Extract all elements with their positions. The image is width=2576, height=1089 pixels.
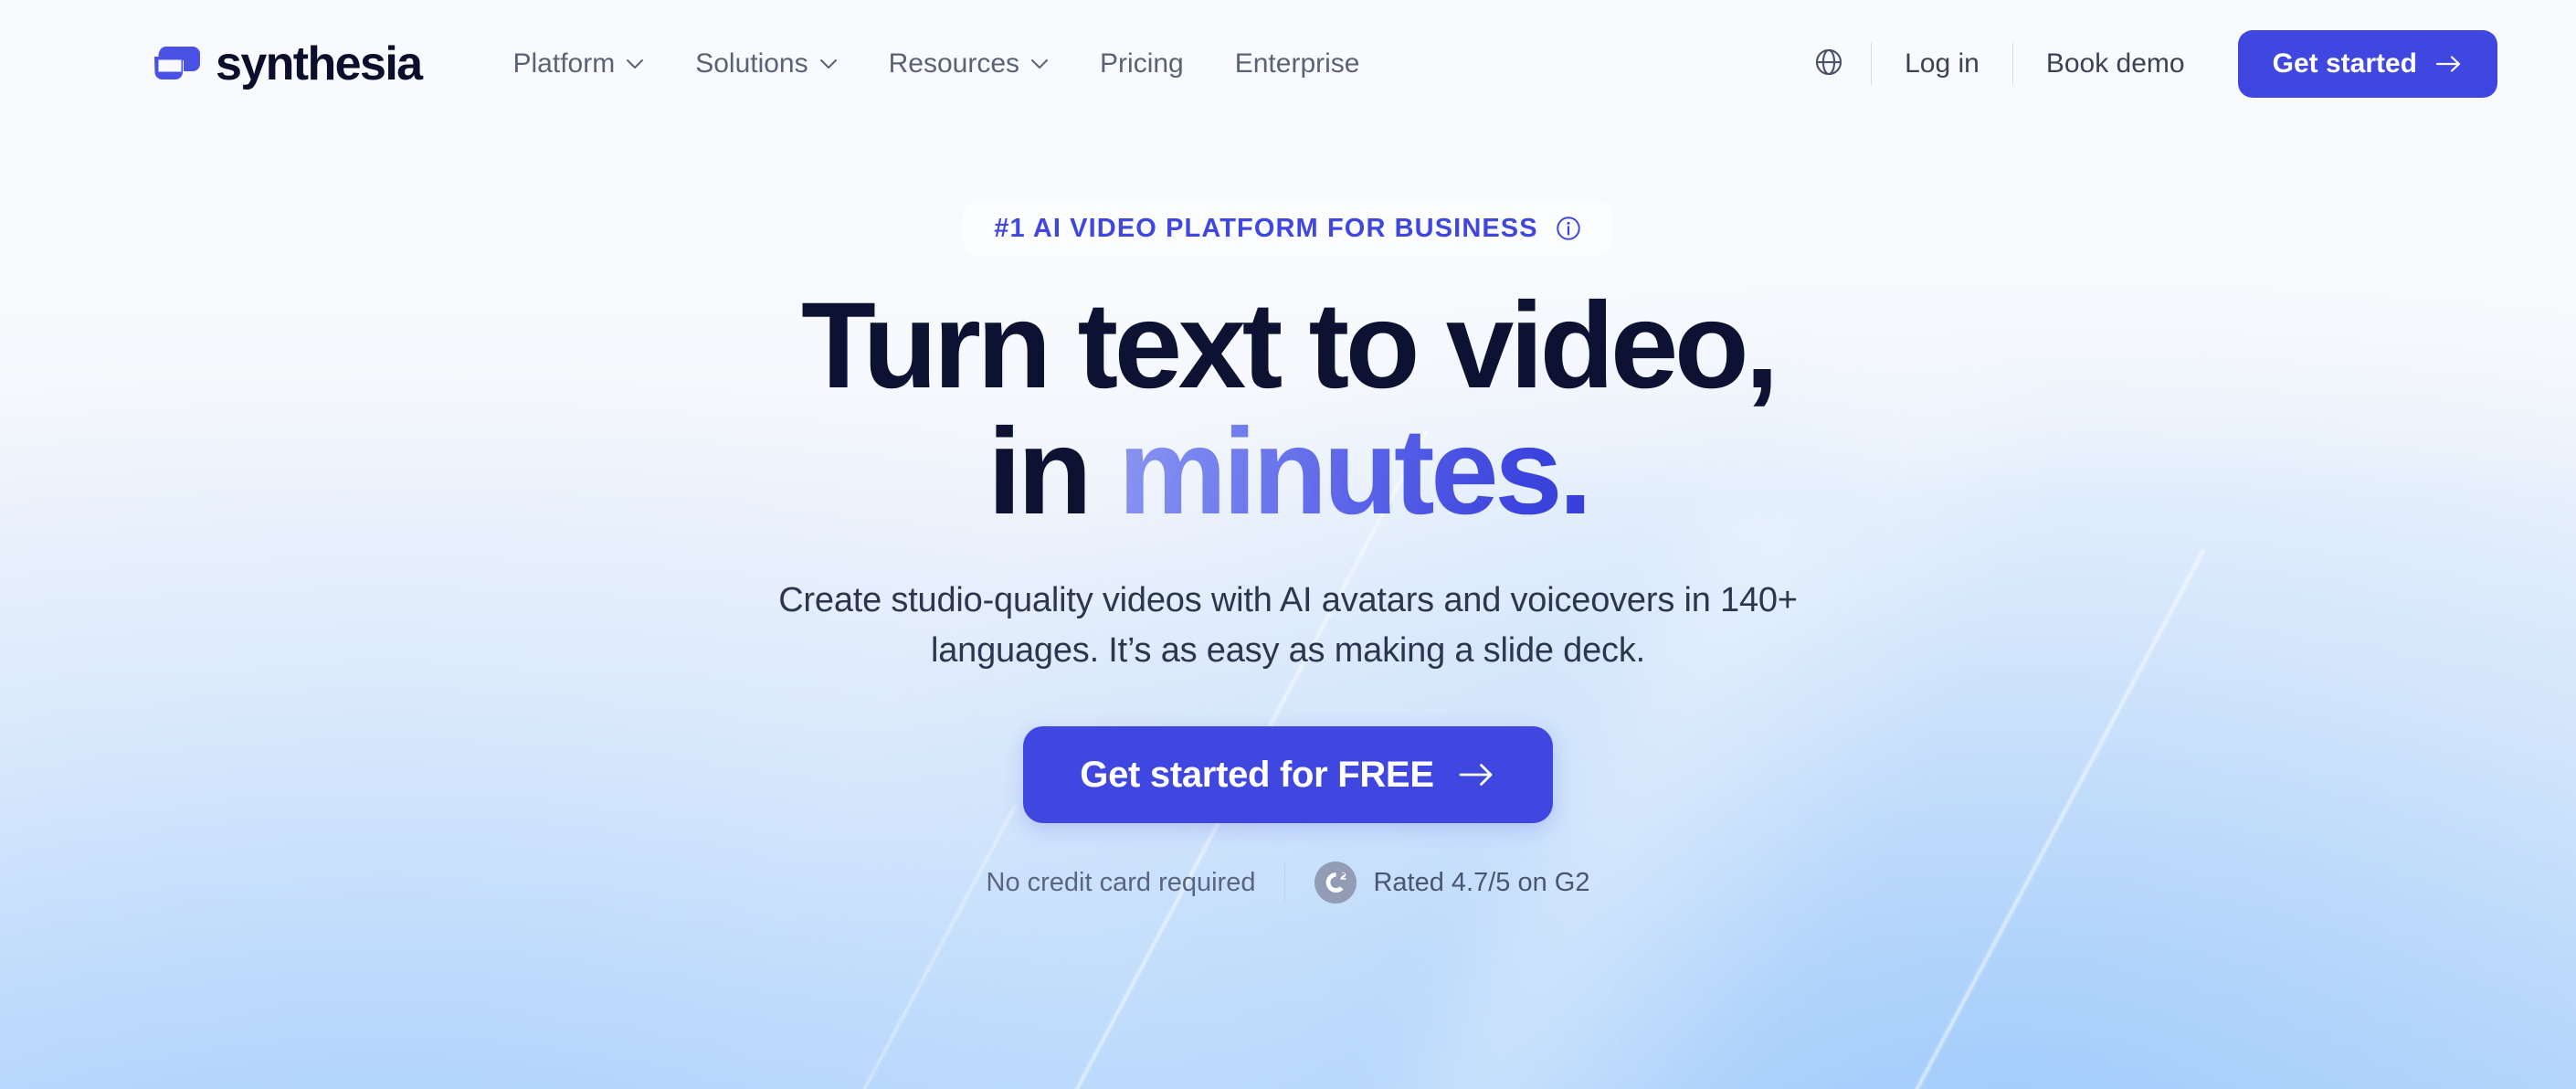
headline-line-2-accent: minutes. <box>1117 404 1592 541</box>
primary-navigation: Platform Solutions Resources Pricing Ent… <box>488 41 1386 87</box>
get-started-free-button[interactable]: Get started for FREE <box>1023 726 1553 824</box>
language-switcher-button[interactable] <box>1803 38 1854 90</box>
login-link[interactable]: Log in <box>1872 41 2012 87</box>
nav-item-label: Pricing <box>1100 48 1184 79</box>
brand-logo-link[interactable]: synthesia <box>153 37 423 90</box>
get-started-button-label: Get started <box>2272 48 2417 79</box>
get-started-button[interactable]: Get started <box>2237 30 2497 98</box>
hero-eyebrow-label: #1 AI VIDEO PLATFORM FOR BUSINESS <box>994 213 1538 243</box>
header-actions: Log in Book demo Get started <box>1803 30 2497 98</box>
nav-item-label: Solutions <box>695 48 808 79</box>
synthesia-logo-mark-icon <box>153 44 201 84</box>
hero-section: #1 AI VIDEO PLATFORM FOR BUSINESS Turn t… <box>0 128 2576 904</box>
book-demo-link[interactable]: Book demo <box>2013 41 2218 87</box>
nav-item-resources[interactable]: Resources <box>863 41 1074 87</box>
nav-item-label: Platform <box>512 48 616 79</box>
nav-item-label: Resources <box>888 48 1020 79</box>
headline-line-1: Turn text to video, <box>801 278 1779 414</box>
chevron-down-icon <box>1030 58 1049 69</box>
nav-item-label: Enterprise <box>1234 48 1360 79</box>
hero-eyebrow-badge: #1 AI VIDEO PLATFORM FOR BUSINESS <box>963 201 1613 256</box>
brand-name: synthesia <box>216 37 423 90</box>
no-credit-card-note: No credit card required <box>986 867 1256 897</box>
page-title: Turn text to video, in minutes. <box>0 282 2576 535</box>
g2-rating-label: Rated 4.7/5 on G2 <box>1373 867 1590 897</box>
arrow-right-icon <box>1458 761 1496 788</box>
chevron-down-icon <box>626 58 644 69</box>
hero-trust-bar: No credit card required Rated 4.7/5 on G… <box>0 862 2576 904</box>
g2-logo-icon <box>1314 862 1357 904</box>
arrow-right-icon <box>2435 54 2463 74</box>
nav-item-solutions[interactable]: Solutions <box>670 41 862 87</box>
globe-icon <box>1813 47 1844 82</box>
nav-item-enterprise[interactable]: Enterprise <box>1209 41 1386 87</box>
headline-line-2-plain: in <box>987 404 1118 541</box>
chevron-down-icon <box>819 58 838 69</box>
site-header: synthesia Platform Solutions Resources P… <box>0 0 2576 128</box>
nav-item-pricing[interactable]: Pricing <box>1074 41 1209 87</box>
hero-subheadline: Create studio-quality videos with AI ava… <box>778 581 1798 670</box>
g2-rating-link[interactable]: Rated 4.7/5 on G2 <box>1285 862 1589 904</box>
info-circle-icon[interactable] <box>1555 215 1582 242</box>
hero-cta-container: Get started for FREE <box>0 726 2576 824</box>
nav-item-platform[interactable]: Platform <box>488 41 670 87</box>
get-started-free-button-label: Get started for FREE <box>1080 755 1434 796</box>
